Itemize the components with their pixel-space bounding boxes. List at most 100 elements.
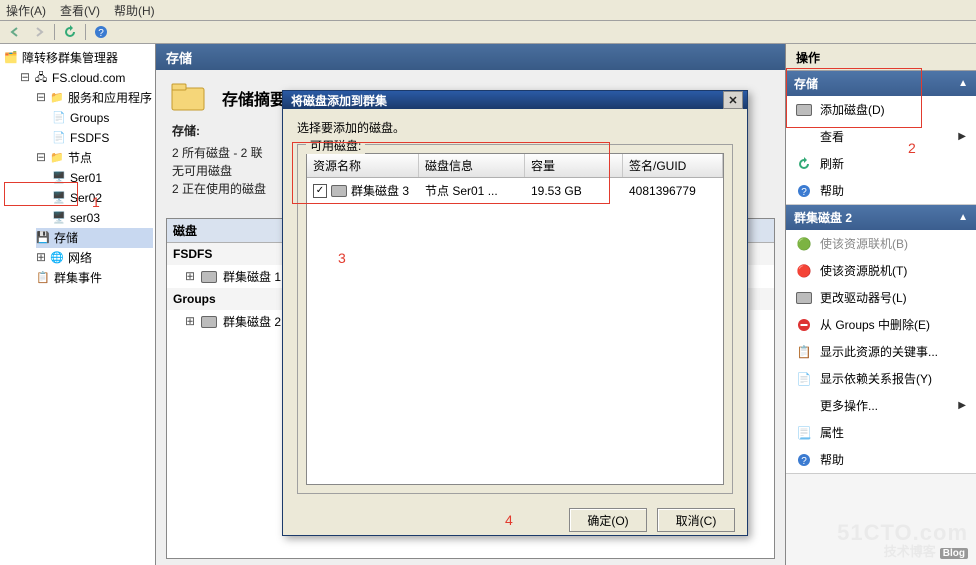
- actions-section-storage[interactable]: 存储 ▲: [786, 71, 976, 96]
- actions-pane: 操作 存储 ▲ 添加磁盘(D) 查看 ▶ 刷新 ? 帮助: [786, 44, 976, 565]
- tree-service-item[interactable]: 📄 FSDFS: [52, 128, 153, 148]
- tree-nodes[interactable]: ⊟ 📁 节点: [36, 148, 153, 168]
- expander-icon[interactable]: ⊞: [185, 269, 195, 284]
- dialog-instruction: 选择要添加的磁盘。: [297, 119, 733, 136]
- expander-icon[interactable]: ⊟: [20, 69, 30, 87]
- col-signature[interactable]: 签名/GUID: [623, 154, 723, 177]
- blank-icon: [796, 398, 812, 414]
- content-header-label: 存储: [166, 48, 192, 67]
- expander-icon[interactable]: ⊞: [36, 249, 46, 267]
- disk-icon: [331, 185, 347, 197]
- tree[interactable]: 🗂️ 障转移群集管理器 ⊟ 🖧 FS.cloud.com: [2, 48, 153, 288]
- expander-icon[interactable]: ⊟: [36, 89, 46, 107]
- toolbar-back-icon[interactable]: [6, 23, 24, 41]
- tree-node-label: Ser01: [70, 169, 102, 187]
- actions-section-disk[interactable]: 群集磁盘 2 ▲: [786, 205, 976, 230]
- action-change-drive-letter[interactable]: 更改驱动器号(L): [786, 284, 976, 311]
- action-dependency-report[interactable]: 📄 显示依赖关系报告(Y): [786, 365, 976, 392]
- cluster-icon: 🗂️: [4, 51, 18, 65]
- tree-nodes-label: 节点: [68, 149, 92, 167]
- action-label: 添加磁盘(D): [820, 101, 885, 118]
- tree-domain-label: FS.cloud.com: [52, 69, 125, 87]
- available-disks-group: 可用磁盘: 资源名称 磁盘信息 容量 签名/GUID ✓ 群集磁盘 3 节点 S…: [297, 144, 733, 494]
- group-legend: 可用磁盘:: [306, 137, 365, 154]
- available-disks-list[interactable]: 资源名称 磁盘信息 容量 签名/GUID ✓ 群集磁盘 3 节点 Ser01 .…: [306, 153, 724, 485]
- toolbar-forward-icon[interactable]: [30, 23, 48, 41]
- disk-icon: [201, 271, 217, 283]
- action-label: 显示依赖关系报告(Y): [820, 370, 932, 387]
- svg-text:?: ?: [801, 187, 807, 198]
- offline-icon: 🔴: [796, 263, 812, 279]
- services-icon: 📁: [50, 91, 64, 105]
- action-remove-from-groups[interactable]: 从 Groups 中删除(E): [786, 311, 976, 338]
- blank-icon: [796, 129, 812, 145]
- tree-events[interactable]: 📋 群集事件: [36, 268, 153, 288]
- summary-title: 存储摘要: [222, 86, 286, 110]
- action-help[interactable]: ? 帮助: [786, 446, 976, 473]
- row-resource: 群集磁盘 3: [351, 182, 409, 199]
- server-icon: 🖥️: [52, 171, 66, 185]
- submenu-arrow-icon: ▶: [958, 400, 966, 411]
- actions-list-storage: 添加磁盘(D) 查看 ▶ 刷新 ? 帮助: [786, 96, 976, 205]
- actions-pane-title: 操作: [786, 44, 976, 71]
- action-add-disk[interactable]: 添加磁盘(D): [786, 96, 976, 123]
- tree-root-label: 障转移群集管理器: [22, 49, 118, 67]
- action-take-offline[interactable]: 🔴 使该资源脱机(T): [786, 257, 976, 284]
- action-properties[interactable]: 📃 属性: [786, 419, 976, 446]
- tree-node-item[interactable]: 🖥️ ser03: [52, 208, 153, 228]
- svg-text:?: ?: [98, 28, 104, 39]
- actions-section-label: 存储: [794, 75, 818, 92]
- list-row[interactable]: ✓ 群集磁盘 3 节点 Ser01 ... 19.53 GB 408139677…: [307, 178, 723, 203]
- action-label: 查看: [820, 128, 844, 145]
- menu-action[interactable]: 操作(A): [6, 2, 46, 19]
- tree-network[interactable]: ⊞ 🌐 网络: [36, 248, 153, 268]
- delete-icon: [796, 317, 812, 333]
- tree-service-label: FSDFS: [70, 129, 109, 147]
- expander-icon[interactable]: ⊞: [185, 314, 195, 329]
- action-view[interactable]: 查看 ▶: [786, 123, 976, 150]
- tree-node-item[interactable]: 🖥️ Ser02: [52, 188, 153, 208]
- toolbar-help-icon[interactable]: ?: [92, 23, 110, 41]
- submenu-arrow-icon: ▶: [958, 131, 966, 142]
- action-label: 刷新: [820, 155, 844, 172]
- expander-icon[interactable]: ⊟: [36, 149, 46, 167]
- refresh-icon: [796, 156, 812, 172]
- action-label: 从 Groups 中删除(E): [820, 316, 930, 333]
- list-header[interactable]: 资源名称 磁盘信息 容量 签名/GUID: [307, 154, 723, 178]
- action-label: 更多操作...: [820, 397, 878, 414]
- cancel-button[interactable]: 取消(C): [657, 508, 735, 532]
- tree-node-item[interactable]: 🖥️ Ser01: [52, 168, 153, 188]
- menubar: 操作(A) 查看(V) 帮助(H): [0, 0, 976, 21]
- tree-services[interactable]: ⊟ 📁 服务和应用程序: [36, 88, 153, 108]
- properties-icon: 📃: [796, 425, 812, 441]
- tree-domain[interactable]: ⊟ 🖧 FS.cloud.com: [20, 68, 153, 88]
- action-more[interactable]: 更多操作... ▶: [786, 392, 976, 419]
- col-resource[interactable]: 资源名称: [307, 154, 419, 177]
- action-show-events[interactable]: 📋 显示此资源的关键事...: [786, 338, 976, 365]
- action-help[interactable]: ? 帮助: [786, 177, 976, 204]
- dialog-title: 将磁盘添加到群集: [291, 92, 387, 109]
- col-diskinfo[interactable]: 磁盘信息: [419, 154, 525, 177]
- tree-root[interactable]: 🗂️ 障转移群集管理器: [4, 48, 153, 68]
- menu-view[interactable]: 查看(V): [60, 2, 100, 19]
- dialog-titlebar[interactable]: 将磁盘添加到群集 ✕: [283, 91, 747, 109]
- action-label: 属性: [820, 424, 844, 441]
- help-icon: ?: [796, 452, 812, 468]
- events-icon: 📋: [796, 344, 812, 360]
- actions-list-disk: 🟢 使该资源联机(B) 🔴 使该资源脱机(T) 更改驱动器号(L) 从 Grou…: [786, 230, 976, 474]
- tree-storage[interactable]: 💾 存储: [36, 228, 153, 248]
- ok-label: 确定(O): [587, 512, 628, 529]
- row-checkbox[interactable]: ✓: [313, 184, 327, 198]
- tree-service-item[interactable]: 📄 Groups: [52, 108, 153, 128]
- tree-pane: 🗂️ 障转移群集管理器 ⊟ 🖧 FS.cloud.com: [0, 44, 156, 565]
- col-capacity[interactable]: 容量: [525, 154, 623, 177]
- action-label: 显示此资源的关键事...: [820, 343, 938, 360]
- ok-button[interactable]: 确定(O): [569, 508, 647, 532]
- server-icon: 🖥️: [52, 191, 66, 205]
- action-bring-online[interactable]: 🟢 使该资源联机(B): [786, 230, 976, 257]
- dialog-close-button[interactable]: ✕: [723, 91, 743, 109]
- tree-events-label: 群集事件: [54, 269, 102, 287]
- menu-help[interactable]: 帮助(H): [114, 2, 155, 19]
- action-refresh[interactable]: 刷新: [786, 150, 976, 177]
- toolbar-refresh-icon[interactable]: [61, 23, 79, 41]
